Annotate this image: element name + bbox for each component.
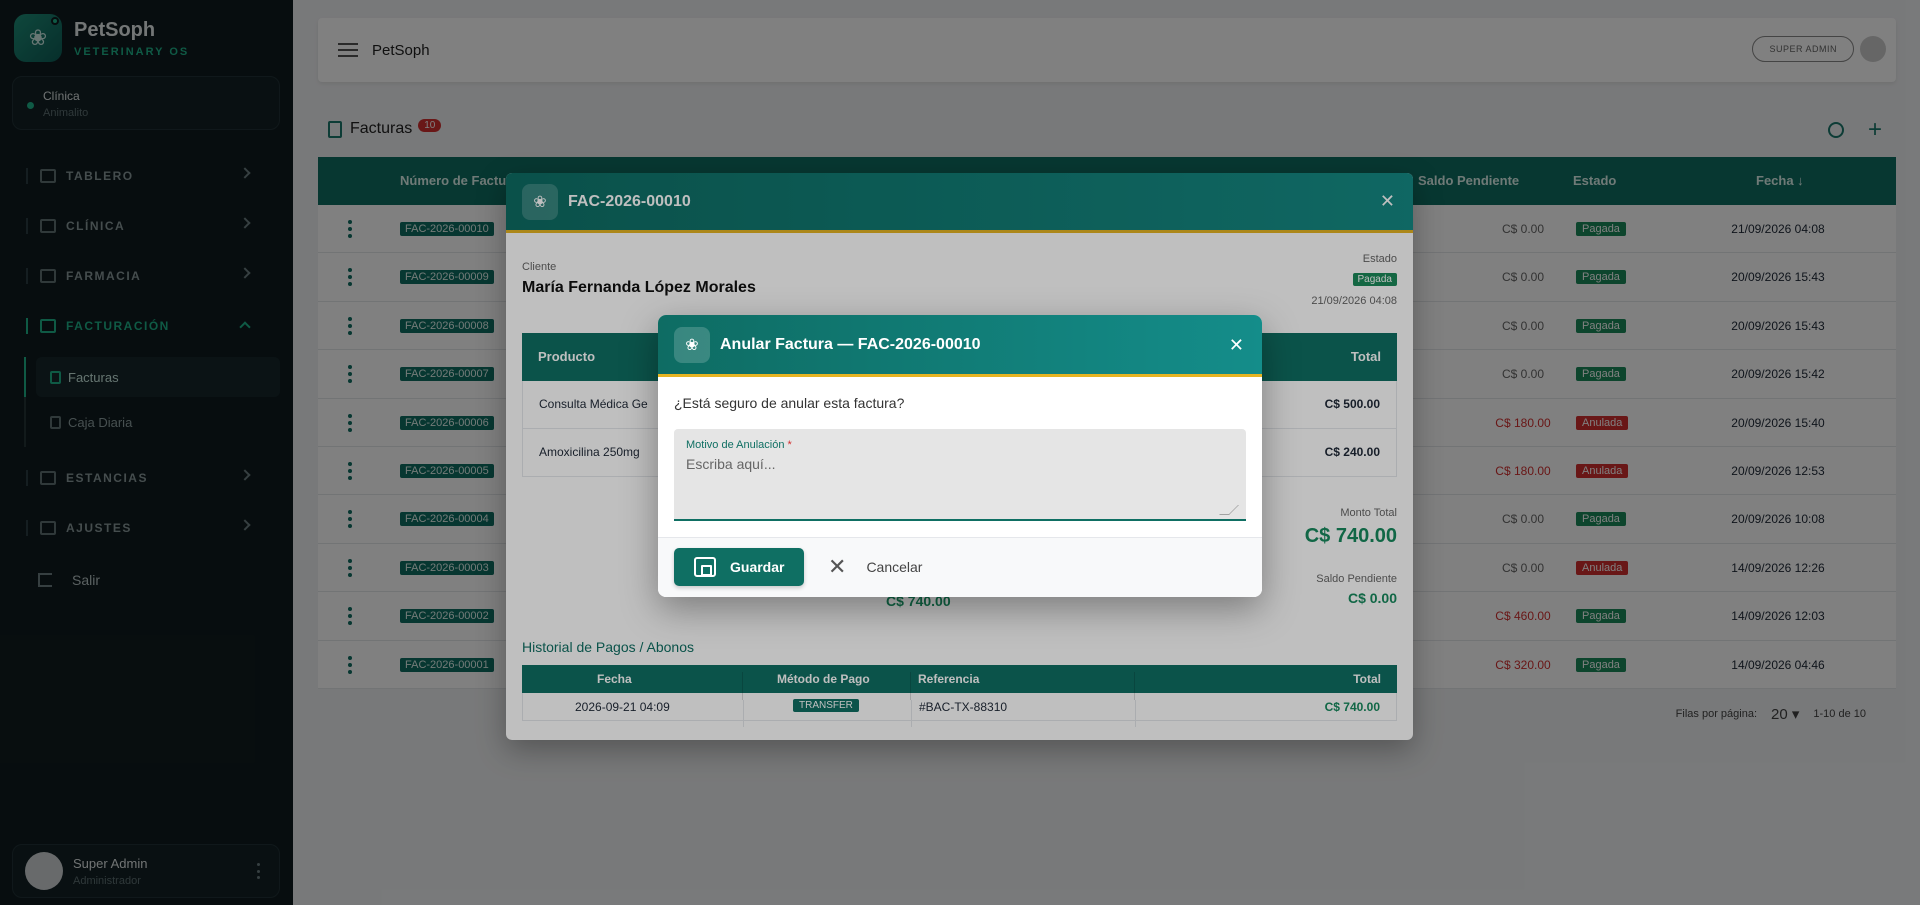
cancel-label: Cancelar (866, 559, 923, 575)
dialog-question: ¿Está seguro de anular esta factura? (674, 395, 905, 411)
paw-icon: ❀ (674, 326, 710, 363)
close-icon[interactable]: ✕ (1229, 335, 1244, 356)
reason-field: Motivo de Anulación * (674, 429, 1246, 521)
reason-label: Motivo de Anulación * (686, 439, 792, 451)
dialog-footer: Guardar ✕ Cancelar (658, 537, 1262, 597)
dialog-header: ❀ Anular Factura — FAC-2026-00010 ✕ (658, 315, 1262, 377)
save-icon (694, 557, 716, 577)
save-button[interactable]: Guardar (674, 548, 804, 586)
save-label: Guardar (730, 559, 785, 575)
cancel-button[interactable]: ✕ Cancelar (828, 548, 922, 586)
void-invoice-dialog: ❀ Anular Factura — FAC-2026-00010 ✕ ¿Est… (658, 315, 1262, 597)
required-mark: * (787, 439, 792, 451)
close-icon: ✕ (828, 554, 847, 579)
reason-input[interactable] (686, 456, 1226, 512)
dialog-title: Anular Factura — FAC-2026-00010 (720, 335, 981, 353)
